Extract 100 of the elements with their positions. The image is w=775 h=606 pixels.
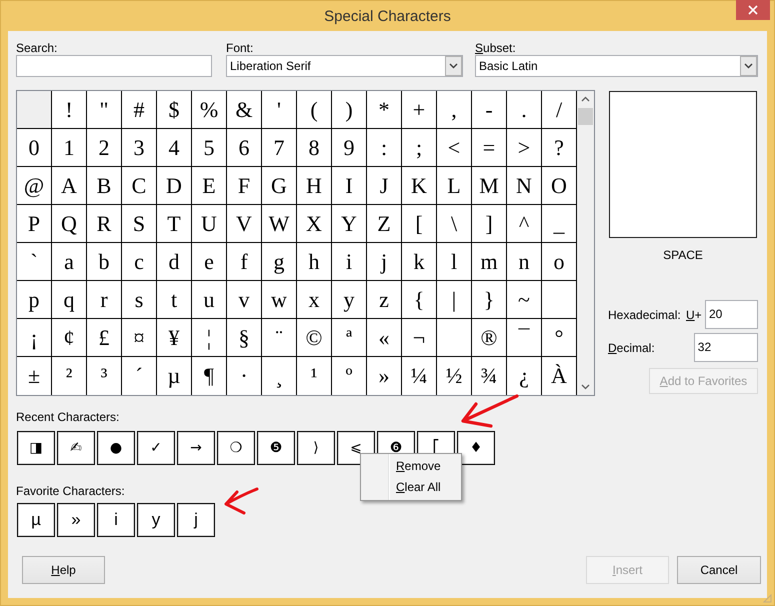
character-cell[interactable]: ] — [472, 205, 507, 243]
character-cell[interactable]: r — [87, 281, 122, 319]
character-cell[interactable]: t — [157, 281, 192, 319]
recent-character[interactable]: ● — [97, 431, 135, 465]
character-cell[interactable]: ® — [472, 319, 507, 357]
character-cell[interactable]: v — [227, 281, 262, 319]
character-cell[interactable]: ¢ — [52, 319, 87, 357]
character-cell[interactable]: " — [87, 91, 122, 129]
dialog-button[interactable]: Cancel — [677, 556, 761, 584]
character-cell[interactable]: 9 — [332, 129, 367, 167]
character-cell[interactable]: w — [262, 281, 297, 319]
recent-character[interactable]: ♦ — [457, 431, 495, 465]
character-cell[interactable]: & — [227, 91, 262, 129]
character-cell[interactable]: V — [227, 205, 262, 243]
character-cell[interactable]: ¡ — [17, 319, 52, 357]
character-cell[interactable]: } — [472, 281, 507, 319]
character-cell[interactable]: ' — [262, 91, 297, 129]
character-cell[interactable]: D — [157, 167, 192, 205]
hexadecimal-field[interactable]: 20 — [705, 300, 758, 329]
character-cell[interactable]: ¨ — [262, 319, 297, 357]
character-cell[interactable]: _ — [542, 205, 577, 243]
favorite-character[interactable]: y — [137, 503, 175, 537]
character-cell[interactable]: B — [87, 167, 122, 205]
character-cell[interactable]: ¬ — [402, 319, 437, 357]
character-cell[interactable]: ( — [297, 91, 332, 129]
character-cell[interactable]: g — [262, 243, 297, 281]
character-cell[interactable]: : — [367, 129, 402, 167]
character-cell[interactable]: ° — [542, 319, 577, 357]
character-cell[interactable]: . — [507, 91, 542, 129]
character-cell[interactable]: W — [262, 205, 297, 243]
character-cell[interactable]: ª — [332, 319, 367, 357]
font-dropdown[interactable]: Liberation Serif — [226, 55, 463, 77]
scrollbar-thumb[interactable] — [578, 108, 593, 125]
character-cell[interactable]: « — [367, 319, 402, 357]
character-cell[interactable]: - — [472, 91, 507, 129]
character-cell[interactable]: Y — [332, 205, 367, 243]
character-cell[interactable]: ~ — [507, 281, 542, 319]
recent-character[interactable]: ◨ — [17, 431, 55, 465]
character-cell[interactable]: 5 — [192, 129, 227, 167]
character-cell[interactable]: ¥ — [157, 319, 192, 357]
close-button[interactable] — [736, 0, 770, 20]
recent-character[interactable]: → — [177, 431, 215, 465]
character-cell[interactable]: # — [122, 91, 157, 129]
character-cell[interactable]: P — [17, 205, 52, 243]
character-cell[interactable]: > — [507, 129, 542, 167]
character-cell[interactable]: A — [52, 167, 87, 205]
character-cell[interactable]: F — [227, 167, 262, 205]
character-cell[interactable]: n — [507, 243, 542, 281]
character-cell[interactable]: e — [192, 243, 227, 281]
character-cell[interactable]: M — [472, 167, 507, 205]
dialog-button[interactable]: Help — [22, 556, 105, 584]
character-cell[interactable]: [ — [402, 205, 437, 243]
character-cell[interactable]: y — [332, 281, 367, 319]
character-cell[interactable]: * — [367, 91, 402, 129]
character-cell[interactable]: @ — [17, 167, 52, 205]
subset-dropdown[interactable]: Basic Latin — [475, 55, 758, 77]
character-cell[interactable]: 6 — [227, 129, 262, 167]
recent-character[interactable]: ❍ — [217, 431, 255, 465]
character-cell[interactable]: £ — [87, 319, 122, 357]
character-cell[interactable]: ? — [542, 129, 577, 167]
character-cell[interactable]: q — [52, 281, 87, 319]
character-cell[interactable]: o — [542, 243, 577, 281]
recent-character[interactable]: ❺ — [257, 431, 295, 465]
character-cell[interactable]: ` — [17, 243, 52, 281]
character-cell[interactable]: 1 — [52, 129, 87, 167]
character-cell[interactable] — [542, 281, 577, 319]
character-cell[interactable]: | — [437, 281, 472, 319]
character-cell[interactable]: \ — [437, 205, 472, 243]
character-cell[interactable]: / — [542, 91, 577, 129]
character-cell[interactable]: T — [157, 205, 192, 243]
character-cell[interactable]: % — [192, 91, 227, 129]
character-cell[interactable]: 3 — [122, 129, 157, 167]
character-cell[interactable]: p — [17, 281, 52, 319]
character-cell[interactable]: ! — [52, 91, 87, 129]
character-cell[interactable]: C — [122, 167, 157, 205]
character-cell[interactable]: O — [542, 167, 577, 205]
character-cell[interactable]: = — [472, 129, 507, 167]
character-cell[interactable]: l — [437, 243, 472, 281]
character-cell[interactable]: ¦ — [192, 319, 227, 357]
menu-item[interactable]: Clear All — [363, 477, 459, 498]
character-cell[interactable]: m — [472, 243, 507, 281]
character-cell[interactable]: R — [87, 205, 122, 243]
character-cell[interactable]: 2 — [87, 129, 122, 167]
character-cell[interactable]: { — [402, 281, 437, 319]
character-cell[interactable]: § — [227, 319, 262, 357]
character-cell[interactable]: ¤ — [122, 319, 157, 357]
character-cell[interactable]: < — [437, 129, 472, 167]
character-cell[interactable]: 4 — [157, 129, 192, 167]
character-cell[interactable]: , — [437, 91, 472, 129]
character-cell[interactable]: i — [332, 243, 367, 281]
character-cell[interactable]: ; — [402, 129, 437, 167]
character-cell[interactable]: z — [367, 281, 402, 319]
recent-character[interactable]: ✓ — [137, 431, 175, 465]
character-cell[interactable]: Q — [52, 205, 87, 243]
decimal-field[interactable]: 32 — [694, 333, 758, 362]
search-field[interactable] — [16, 55, 212, 77]
favorite-character[interactable]: i — [97, 503, 135, 537]
character-cell[interactable]: 0 — [17, 129, 52, 167]
character-cell[interactable]: J — [367, 167, 402, 205]
character-cell[interactable]: I — [332, 167, 367, 205]
